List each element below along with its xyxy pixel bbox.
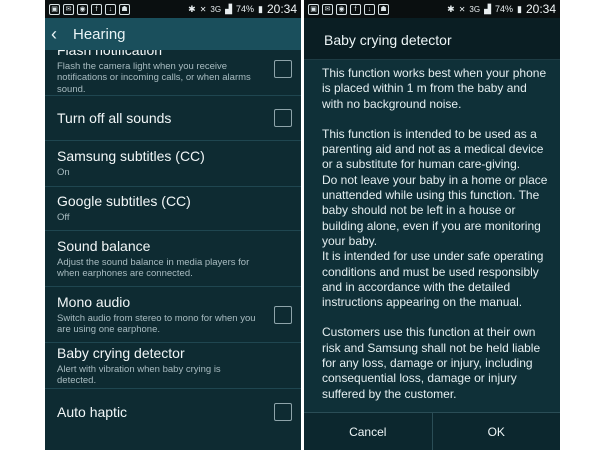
battery-percent: 74% xyxy=(236,4,255,14)
battery-percent: 74% xyxy=(495,4,514,14)
page-title: Hearing xyxy=(73,25,126,43)
flash-notification-checkbox[interactable] xyxy=(274,59,292,78)
battery-icon: ▮ xyxy=(517,3,522,14)
setting-title: Turn off all sounds xyxy=(57,109,172,126)
battery-icon: ▮ xyxy=(258,3,263,14)
setting-title: Flash notification xyxy=(57,50,261,59)
setting-title: Baby crying detector xyxy=(57,344,185,361)
setting-baby-crying-detector[interactable]: Baby crying detector Alert with vibratio… xyxy=(45,343,301,389)
setting-description: Adjust the sound balance in media player… xyxy=(57,256,250,280)
dialog-paragraph: This function works best when your phone… xyxy=(322,66,547,111)
bluetooth-icon: ✱ xyxy=(188,3,196,14)
download-icon: ↓ xyxy=(364,3,375,15)
mute-icon: ✕ xyxy=(199,4,207,14)
setting-title: Sound balance xyxy=(57,237,151,254)
setting-title: Mono audio xyxy=(57,293,131,310)
network-type: 3G xyxy=(469,4,481,14)
android-icon: ☗ xyxy=(378,3,389,15)
setting-description: Switch audio from stereo to mono for whe… xyxy=(57,312,256,336)
gallery-icon: ▣ xyxy=(308,3,319,15)
setting-title: Samsung subtitles (CC) xyxy=(57,148,205,165)
auto-haptic-checkbox[interactable] xyxy=(274,403,292,421)
setting-title: Google subtitles (CC) xyxy=(57,193,191,210)
back-icon[interactable]: ‹ xyxy=(51,24,67,45)
download-icon: ↓ xyxy=(105,3,116,15)
setting-status: Off xyxy=(57,212,70,224)
signal-icon: ▟ xyxy=(484,3,491,14)
setting-samsung-subtitles[interactable]: Samsung subtitles (CC) On xyxy=(45,141,301,187)
setting-turn-off-all-sounds[interactable]: Turn off all sounds xyxy=(45,96,301,141)
facebook-icon: f xyxy=(91,3,102,15)
email-icon: ✉ xyxy=(63,3,74,15)
status-bar: ▣ ✉ ◉ f ↓ ☗ ✱ ✕ 3G ▟ 74% ▮ 20:34 xyxy=(45,0,301,18)
hearing-settings-list: Flash notification Flash the camera ligh… xyxy=(45,50,301,450)
bluetooth-icon: ✱ xyxy=(447,3,455,14)
baby-crying-detector-dialog-screen: ▣ ✉ ◉ f ↓ ☗ ✱ ✕ 3G ▟ 74% ▮ 20:34 Baby cr… xyxy=(304,0,560,450)
email-icon: ✉ xyxy=(322,3,333,15)
network-type: 3G xyxy=(210,4,222,14)
chrome-icon: ◉ xyxy=(336,3,347,15)
setting-status: On xyxy=(57,167,70,179)
setting-title: Auto haptic xyxy=(57,403,128,420)
dialog-button-bar: Cancel OK xyxy=(304,412,560,450)
clock: 20:34 xyxy=(266,2,297,16)
dialog-title: Baby crying detector xyxy=(304,18,560,60)
dialog-body[interactable]: This function works best when your phone… xyxy=(304,60,560,412)
setting-description: Alert with vibration when baby crying is… xyxy=(57,363,221,387)
clock: 20:34 xyxy=(525,2,556,16)
facebook-icon: f xyxy=(350,3,361,15)
signal-icon: ▟ xyxy=(225,3,232,14)
gallery-icon: ▣ xyxy=(49,3,60,15)
status-bar: ▣ ✉ ◉ f ↓ ☗ ✱ ✕ 3G ▟ 74% ▮ 20:34 xyxy=(304,0,560,18)
dialog-paragraph: It is intended for use under safe operat… xyxy=(322,249,544,310)
ok-button[interactable]: OK xyxy=(431,413,561,450)
action-bar: ‹ Hearing xyxy=(45,18,301,50)
setting-flash-notification[interactable]: Flash notification Flash the camera ligh… xyxy=(45,50,301,96)
chrome-icon: ◉ xyxy=(77,3,88,15)
setting-description: Flash the camera light when you receive … xyxy=(57,60,251,95)
dialog-paragraph: Customers use this function at their own… xyxy=(322,325,541,401)
setting-auto-haptic[interactable]: Auto haptic xyxy=(45,389,301,435)
setting-sound-balance[interactable]: Sound balance Adjust the sound balance i… xyxy=(45,231,301,287)
dialog-paragraph: Do not leave your baby in a home or plac… xyxy=(322,172,548,248)
mono-audio-checkbox[interactable] xyxy=(274,305,292,324)
setting-google-subtitles[interactable]: Google subtitles (CC) Off xyxy=(45,187,301,231)
dialog-paragraph: This function is intended to be used as … xyxy=(322,126,544,172)
hearing-settings-screen: ▣ ✉ ◉ f ↓ ☗ ✱ ✕ 3G ▟ 74% ▮ 20:34 ‹ Heari… xyxy=(45,0,301,450)
setting-mono-audio[interactable]: Mono audio Switch audio from stereo to m… xyxy=(45,287,301,343)
cancel-button[interactable]: Cancel xyxy=(304,413,432,450)
turn-off-all-sounds-checkbox[interactable] xyxy=(274,109,292,127)
mute-icon: ✕ xyxy=(458,4,466,14)
android-icon: ☗ xyxy=(119,3,130,15)
